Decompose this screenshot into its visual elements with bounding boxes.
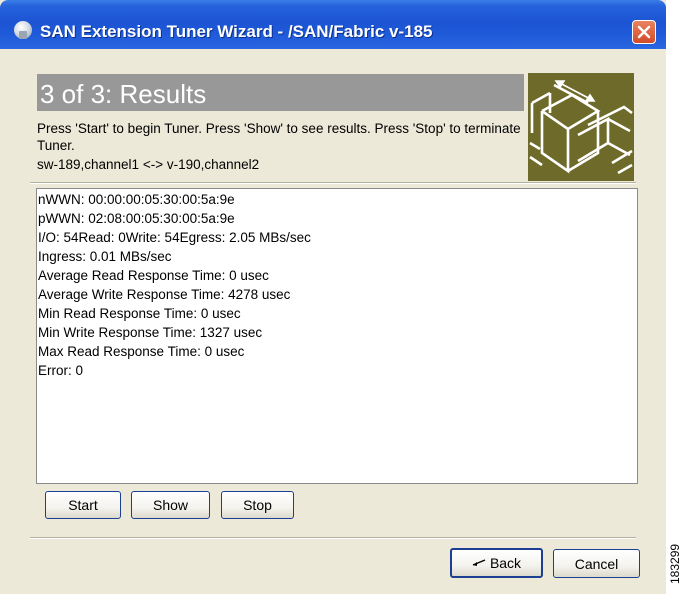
back-arrow-icon	[472, 559, 486, 566]
result-line-min-read: Min Read Response Time: 0 usec	[38, 306, 241, 321]
results-panel: nWWN: 00:00:00:05:30:00:5a:9e pWWN: 02:0…	[36, 188, 638, 484]
result-line-avg-read: Average Read Response Time: 0 usec	[38, 268, 269, 283]
result-line-avg-write: Average Write Response Time: 4278 usec	[38, 287, 291, 302]
stop-button[interactable]: Stop	[221, 491, 294, 519]
back-button[interactable]: Back	[450, 548, 543, 578]
result-line-pwwn: pWWN: 02:08:00:05:30:00:5a:9e	[38, 211, 235, 226]
back-button-label: Back	[489, 555, 522, 571]
result-line-min-write: Min Write Response Time: 1327 usec	[38, 325, 263, 340]
step-title: 3 of 3: Results	[40, 79, 207, 109]
result-line-error: Error: 0	[38, 363, 84, 378]
cancel-button[interactable]: Cancel	[553, 549, 640, 578]
header-divider	[30, 182, 636, 184]
start-button[interactable]: Start	[45, 491, 121, 519]
close-button[interactable]	[632, 20, 656, 44]
result-line-ingress: Ingress: 0.01 MBs/sec	[38, 249, 172, 264]
result-line-io: I/O: 54Read: 0Write: 54Egress: 2.05 MBs/…	[38, 230, 311, 245]
figure-number: 183299	[668, 543, 682, 584]
title-bar[interactable]: SAN Extension Tuner Wizard - /SAN/Fabric…	[0, 0, 666, 49]
window-title: SAN Extension Tuner Wizard - /SAN/Fabric…	[40, 22, 433, 41]
wizard-window: SAN Extension Tuner Wizard - /SAN/Fabric…	[0, 0, 666, 594]
instructions-text: Press 'Start' to begin Tuner. Press 'Sho…	[37, 121, 521, 153]
san-extension-logo	[528, 73, 634, 181]
show-button[interactable]: Show	[131, 491, 210, 519]
channel-pair-label: sw-189,channel1 <-> v-190,channel2	[37, 157, 260, 172]
result-line-max-read: Max Read Response Time: 0 usec	[38, 344, 245, 359]
close-icon	[637, 25, 651, 39]
result-line-nwwn: nWWN: 00:00:00:05:30:00:5a:9e	[38, 192, 235, 207]
java-cup-icon	[14, 21, 32, 39]
footer-divider	[30, 537, 636, 539]
